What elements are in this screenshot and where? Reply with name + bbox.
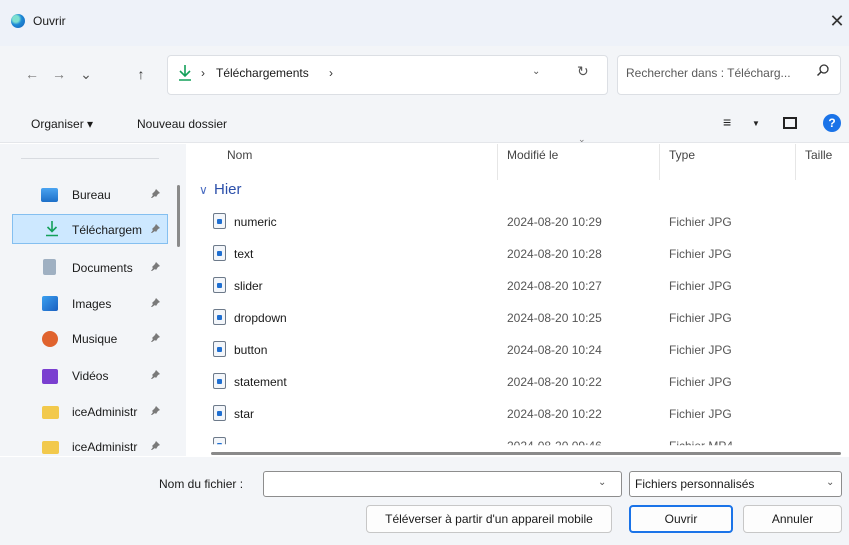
refresh-icon[interactable]: ↻ (577, 63, 589, 80)
pin-icon[interactable] (150, 223, 161, 237)
forward-icon[interactable]: → (49, 64, 69, 84)
command-bar (0, 106, 849, 143)
breadcrumb-separator[interactable]: › (201, 66, 205, 80)
view-menu-icon[interactable]: ≡ (723, 114, 731, 130)
desktop-icon (41, 188, 58, 202)
jpg-file-icon (213, 405, 226, 421)
sidebar-item-label: Bureau (72, 188, 111, 202)
organize-button[interactable]: Organiser ▾ (31, 117, 93, 131)
sidebar-item-label: iceAdministr (72, 405, 138, 419)
filetype-value: Fichiers personnalisés (635, 477, 755, 491)
preview-pane-icon[interactable] (783, 117, 797, 129)
column-divider[interactable] (659, 144, 660, 180)
file-type: Fichier JPG (669, 407, 732, 421)
file-modified: 2024-08-20 10:27 (507, 279, 602, 293)
upload-from-mobile-button[interactable]: Téléverser à partir d'un appareil mobile (366, 505, 612, 533)
file-name[interactable]: text (234, 247, 253, 261)
download-icon (45, 220, 62, 237)
file-type: Fichier JPG (669, 343, 732, 357)
column-divider[interactable] (497, 144, 498, 180)
jpg-file-icon (213, 213, 226, 229)
sidebar-item-label: Téléchargem (72, 223, 143, 237)
file-name[interactable]: button (234, 343, 267, 357)
close-button[interactable]: ✕ (826, 10, 848, 34)
sidebar-scrollbar[interactable] (177, 185, 180, 247)
new-folder-button[interactable]: Nouveau dossier (137, 117, 227, 131)
file-type: Fichier JPG (669, 375, 732, 389)
file-name[interactable]: star (234, 407, 254, 421)
filename-label: Nom du fichier : (159, 477, 244, 491)
divider (21, 158, 159, 159)
file-type: Fichier JPG (669, 247, 732, 261)
pin-icon[interactable] (150, 440, 161, 454)
up-icon[interactable]: ↑ (131, 64, 151, 84)
sidebar-item-label: iceAdministr (72, 440, 138, 454)
breadcrumb-location[interactable]: Téléchargements (216, 66, 309, 80)
file-modified: 2024-08-20 10:24 (507, 343, 602, 357)
chevron-down-icon[interactable]: ⌄ (532, 66, 540, 77)
column-header-type[interactable]: Type (669, 148, 695, 162)
video-icon (42, 369, 58, 384)
group-header[interactable]: Hier (214, 181, 242, 198)
jpg-file-icon (213, 309, 226, 325)
file-name[interactable]: dropdown (234, 311, 287, 325)
column-divider[interactable] (795, 144, 796, 180)
file-modified: 2024-08-20 10:25 (507, 311, 602, 325)
pin-icon[interactable] (150, 188, 161, 202)
file-name[interactable]: statement (234, 375, 287, 389)
folder-icon (42, 441, 59, 454)
chevron-down-icon[interactable]: ▼ (752, 119, 760, 128)
group-collapse-icon[interactable]: ∨ (199, 183, 208, 197)
file-modified: 2024-08-20 10:28 (507, 247, 602, 261)
file-modified: 2024-08-20 10:22 (507, 407, 602, 421)
file-type: Fichier JPG (669, 279, 732, 293)
help-icon[interactable]: ? (823, 114, 841, 132)
sort-indicator-icon: ⌄ (578, 134, 586, 144)
cancel-button[interactable]: Annuler (743, 505, 842, 533)
file-modified: 2024-08-20 10:22 (507, 375, 602, 389)
sidebar-item-label: Musique (72, 332, 118, 346)
file-type: Fichier JPG (669, 215, 732, 229)
back-icon[interactable]: ← (22, 64, 42, 84)
edge-icon (11, 14, 25, 28)
column-header-modified[interactable]: Modifié le (507, 148, 558, 162)
pin-icon[interactable] (150, 261, 161, 275)
horizontal-scrollbar[interactable] (211, 452, 841, 455)
sidebar-item-label: Images (72, 297, 112, 311)
jpg-file-icon (213, 245, 226, 261)
file-name[interactable]: numeric (234, 215, 277, 229)
column-header-size[interactable]: Taille (805, 148, 832, 162)
jpg-file-icon (213, 341, 226, 357)
pin-icon[interactable] (150, 297, 161, 311)
jpg-file-icon (213, 373, 226, 389)
column-header-name[interactable]: Nom (227, 148, 252, 162)
recent-locations-icon[interactable]: ⌄ (76, 64, 96, 84)
document-icon (43, 259, 56, 275)
open-button[interactable]: Ouvrir (629, 505, 733, 533)
file-type: Fichier JPG (669, 311, 732, 325)
window-title: Ouvrir (33, 14, 66, 28)
folder-icon (42, 406, 59, 419)
music-icon (42, 331, 58, 347)
pin-icon[interactable] (150, 369, 161, 383)
pin-icon[interactable] (150, 405, 161, 419)
chevron-down-icon[interactable]: ⌄ (826, 477, 834, 488)
file-name[interactable]: slider (234, 279, 263, 293)
search-placeholder: Rechercher dans : Télécharg... (626, 66, 791, 80)
chevron-down-icon[interactable]: ⌄ (598, 477, 606, 488)
sidebar-item-label: Documents (72, 261, 133, 275)
pin-icon[interactable] (150, 332, 161, 346)
filename-input[interactable] (263, 471, 622, 497)
download-icon (177, 63, 193, 83)
breadcrumb-separator[interactable]: › (329, 66, 333, 80)
image-icon (42, 296, 58, 311)
title-bar (0, 0, 849, 46)
file-modified: 2024-08-20 10:29 (507, 215, 602, 229)
sidebar-item-label: Vidéos (72, 369, 109, 383)
search-icon[interactable] (816, 63, 830, 80)
jpg-file-icon (213, 277, 226, 293)
